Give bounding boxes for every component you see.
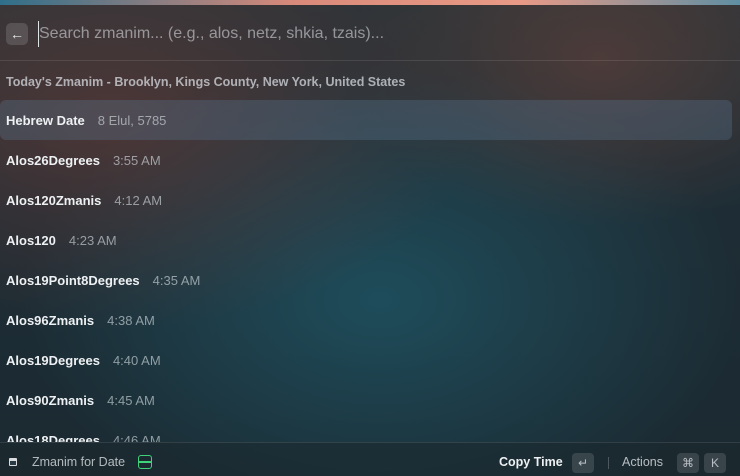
back-button[interactable]: ← [6,23,28,45]
item-value: 4:23 AM [68,232,117,248]
search-bar: ← [0,3,740,61]
search-input[interactable] [38,21,718,47]
action-footer: Zmanim for Date Copy Time ↵ Actions ⌘ K [0,442,740,476]
return-key-icon: ↵ [572,453,594,473]
item-value: 3:55 AM [112,152,161,168]
list-item[interactable]: Alos90Zmanis 4:45 AM [0,380,732,420]
item-value: 4:12 AM [114,192,163,208]
item-name: Alos120Zmanis [6,192,102,208]
item-name: Alos19Degrees [6,352,100,368]
item-name: Alos90Zmanis [6,392,95,408]
item-name: Alos96Zmanis [6,312,95,328]
item-name: Alos120 [6,232,56,248]
arrow-left-icon: ← [10,26,24,42]
command-key-icon: ⌘ [677,453,699,473]
status-icon [138,455,152,469]
item-name: Alos26Degrees [6,152,100,168]
list-item[interactable]: Alos26Degrees 3:55 AM [0,140,732,180]
item-value: 4:35 AM [152,272,201,288]
list-item[interactable]: Alos18Degrees 4:46 AM [0,420,732,443]
list-item[interactable]: Alos19Degrees 4:40 AM [0,340,732,380]
extension-icon [9,458,17,466]
list-item[interactable]: Alos96Zmanis 4:38 AM [0,300,732,340]
list-item[interactable]: Alos19Point8Degrees 4:35 AM [0,260,732,300]
item-name: Alos18Degrees [6,432,100,443]
k-key-icon: K [704,453,726,473]
list-item[interactable]: Alos120 4:23 AM [0,220,732,260]
item-name: Hebrew Date [6,112,85,128]
zmanim-list: Hebrew Date 8 Elul, 5785 Alos26Degrees 3… [0,100,740,442]
item-value: 4:40 AM [112,352,161,368]
item-value: 4:45 AM [107,392,155,408]
item-value: 8 Elul, 5785 [97,112,167,128]
item-value: 4:46 AM [112,432,161,443]
actions-button[interactable]: Actions [622,455,663,469]
item-name: Alos19Point8Degrees [6,272,140,288]
item-value: 4:38 AM [107,312,155,328]
section-title: Today's Zmanim - Brooklyn, Kings County,… [6,75,406,89]
command-name: Zmanim for Date [32,455,126,469]
list-item[interactable]: Alos120Zmanis 4:12 AM [0,180,732,220]
footer-divider [608,457,609,469]
list-item-hebrew-date[interactable]: Hebrew Date 8 Elul, 5785 [0,100,732,140]
copy-time-button[interactable]: Copy Time [499,455,563,469]
zmanim-window: ← Today's Zmanim - Brooklyn, Kings Count… [0,3,740,476]
